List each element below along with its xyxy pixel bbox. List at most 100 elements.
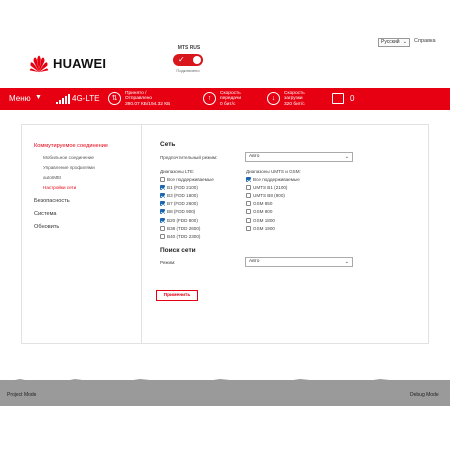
lte-band-checkbox-row[interactable]: B8 (FDD 900) [160, 209, 195, 215]
lte-band-checkbox[interactable] [160, 176, 165, 182]
status-bar: Меню ▼ 4G-LTE ⇅ Принято / Отправлено 390… [0, 88, 450, 110]
umts-band-checkbox[interactable] [246, 209, 251, 215]
umts-band-checkbox-row[interactable]: GSM 1800 [246, 217, 275, 223]
chevron-down-icon: ⌄ [344, 259, 349, 265]
umts-bands-label: Диапазоны UMTS и GSM: [246, 169, 301, 174]
help-link[interactable]: Справка [414, 38, 436, 44]
umts-band-checkbox-label: Все поддерживаемые [253, 176, 300, 182]
search-mode-value: Авто [249, 259, 260, 264]
top-header: HUAWEI MTS RUS ✓ Подключено Русский ⌄ Сп… [0, 0, 450, 88]
sidebar-item-update[interactable]: Обновить [34, 224, 59, 230]
lte-band-checkbox-row[interactable]: B38 (TDD 2600) [160, 225, 200, 231]
umts-band-checkbox[interactable] [246, 176, 251, 182]
upload-speed-icon: ↑ [203, 92, 216, 105]
umts-band-checkbox[interactable] [246, 184, 251, 190]
umts-band-checkbox-label: UMTS B1 (2100) [253, 184, 288, 190]
upload-label: Скорость [220, 91, 241, 96]
message-count[interactable]: 0 [350, 94, 354, 103]
lte-band-checkbox-label: B40 (TDD 2300) [167, 233, 201, 239]
lte-band-checkbox[interactable] [160, 217, 165, 223]
sidebar-sub-mobile[interactable]: Мобильное соединение [43, 155, 94, 160]
network-type: 4G-LTE [72, 94, 100, 103]
lte-band-checkbox[interactable] [160, 209, 165, 215]
footer [0, 380, 450, 406]
download-speed-icon: ↓ [267, 92, 280, 105]
message-icon[interactable] [332, 93, 344, 104]
lte-band-checkbox-label: B8 (FDD 900) [167, 209, 196, 215]
upload-info: Скорость передачи 0 бит/с [220, 91, 241, 107]
signal-strength-icon [56, 94, 70, 104]
sidebar-item-connection[interactable]: Коммутируемое соединение [34, 143, 108, 149]
settings-panel: Коммутируемое соединение Мобильное соеди… [21, 124, 429, 344]
apply-button[interactable]: Применить [156, 290, 198, 301]
lte-band-checkbox-label: B7 (FDD 2600) [167, 201, 198, 207]
lte-band-checkbox-label: B3 (FDD 1800) [167, 192, 198, 198]
lte-band-checkbox-row[interactable]: B20 (FDD 800) [160, 217, 198, 223]
sidebar-sub-autoimei[interactable]: autoIMEI [43, 175, 61, 180]
lte-band-checkbox[interactable] [160, 201, 165, 207]
search-mode-label: Режим: [160, 260, 176, 265]
upload-label-2: передачи [220, 96, 242, 102]
traffic-icon: ⇅ [108, 92, 121, 105]
preferred-mode-label: Предпочтительный режим: [160, 155, 218, 160]
umts-band-checkbox-label: GSM 1800 [253, 217, 275, 223]
lte-band-checkbox-label: Все поддерживаемые [167, 176, 214, 182]
operator-name: MTS RUS [177, 45, 201, 51]
search-section-title: Поиск сети [160, 247, 196, 254]
umts-band-checkbox[interactable] [246, 201, 251, 207]
huawei-flower-icon [29, 55, 49, 73]
umts-band-checkbox-label: UMTS B8 (900) [253, 192, 285, 198]
umts-band-checkbox[interactable] [246, 192, 251, 198]
sidebar-sub-profiles[interactable]: Управление профилями [43, 165, 95, 170]
umts-band-checkbox-row[interactable]: GSM 850 [246, 201, 272, 207]
traffic-value: 390.07 КБ/194.32 КБ [125, 101, 171, 107]
network-section-title: Сеть [160, 141, 176, 148]
preferred-mode-value: Авто [249, 154, 260, 159]
debug-mode-link[interactable]: Debug Mode [410, 392, 439, 398]
umts-band-checkbox-row[interactable]: GSM 900 [246, 209, 272, 215]
chevron-down-icon: ⌄ [344, 154, 349, 160]
search-mode-select[interactable]: Авто ⌄ [245, 257, 353, 267]
connection-toggle[interactable]: ✓ [173, 54, 203, 66]
lte-band-checkbox[interactable] [160, 184, 165, 190]
umts-band-checkbox[interactable] [246, 217, 251, 223]
umts-band-checkbox-row[interactable]: UMTS B1 (2100) [246, 184, 287, 190]
lte-band-checkbox-label: B1 (FDD 2100) [167, 184, 198, 190]
download-info: Скорость загрузки 320 бит/с [284, 91, 305, 107]
brand-name: HUAWEI [53, 55, 107, 71]
language-select[interactable]: Русский ⌄ [378, 38, 410, 47]
lte-bands-label: Диапазоны LTE: [160, 169, 195, 174]
umts-band-checkbox-row[interactable]: GSM 1900 [246, 225, 275, 231]
preferred-mode-select[interactable]: Авто ⌄ [245, 152, 353, 162]
download-label-2: загрузки [284, 96, 303, 102]
menu-button[interactable]: Меню [9, 94, 31, 103]
download-value: 320 бит/с [284, 101, 305, 107]
toggle-knob [193, 56, 201, 64]
umts-band-checkbox[interactable] [246, 225, 251, 231]
umts-band-checkbox-row[interactable]: Все поддерживаемые [246, 176, 300, 182]
lte-band-checkbox[interactable] [160, 233, 165, 239]
lte-band-checkbox[interactable] [160, 225, 165, 231]
download-label: Скорость [284, 91, 305, 96]
lte-band-checkbox-label: B38 (TDD 2600) [167, 225, 201, 231]
sidebar-item-system[interactable]: Система [34, 211, 57, 217]
lte-band-checkbox-row[interactable]: B7 (FDD 2600) [160, 201, 198, 207]
check-icon: ✓ [178, 55, 185, 64]
sidebar: Коммутируемое соединение Мобильное соеди… [22, 125, 142, 343]
umts-band-checkbox-label: GSM 850 [253, 201, 273, 207]
sent-label: Отправлено [125, 96, 153, 102]
sidebar-item-security[interactable]: Безопасность [34, 198, 70, 204]
huawei-logo: HUAWEI [28, 52, 106, 74]
umts-band-checkbox-label: GSM 1900 [253, 225, 275, 231]
language-value: Русский [381, 39, 400, 45]
lte-band-checkbox-row[interactable]: B3 (FDD 1800) [160, 192, 198, 198]
umts-band-checkbox-row[interactable]: UMTS B8 (900) [246, 192, 285, 198]
sidebar-sub-network-settings[interactable]: Настройки сети [43, 185, 76, 190]
lte-band-checkbox-row[interactable]: B1 (FDD 2100) [160, 184, 198, 190]
lte-band-checkbox-row[interactable]: Все поддерживаемые [160, 176, 214, 182]
lte-band-checkbox-row[interactable]: B40 (TDD 2300) [160, 233, 200, 239]
chevron-down-icon: ⌄ [402, 39, 407, 45]
lte-band-checkbox[interactable] [160, 192, 165, 198]
project-mode-link[interactable]: Project Mode [7, 392, 36, 398]
menu-dropdown-icon[interactable]: ▼ [35, 94, 42, 101]
